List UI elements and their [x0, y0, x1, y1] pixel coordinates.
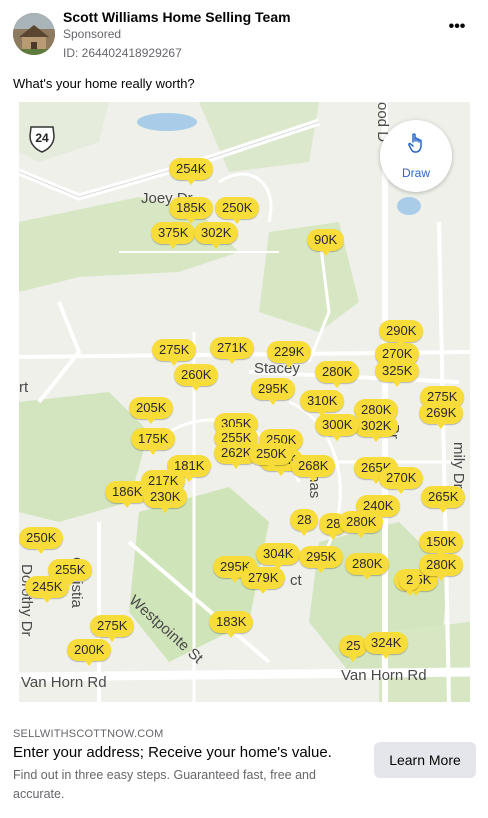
price-pin[interactable]: 280K	[315, 361, 360, 388]
price-pin[interactable]: 302K	[194, 222, 239, 249]
price-pin[interactable]: 280K	[345, 553, 390, 580]
price-pin[interactable]: 254K	[169, 158, 214, 185]
street-label-van-horn-right: Van Horn Rd	[341, 667, 427, 684]
price-pin[interactable]: 230K	[143, 486, 188, 513]
price-pin[interactable]: 295K	[299, 546, 344, 573]
price-pin[interactable]: 28	[290, 509, 319, 536]
price-pin[interactable]: 271K	[210, 337, 255, 364]
price-pin[interactable]: 324K	[364, 632, 409, 659]
price-pin[interactable]: 245K	[25, 576, 70, 603]
price-pin[interactable]: 25	[339, 635, 368, 662]
more-horizontal-icon[interactable]: •••	[446, 19, 468, 35]
price-pin[interactable]: 2	[399, 569, 421, 596]
learn-more-button[interactable]: Learn More	[374, 742, 476, 778]
link-domain[interactable]: SELLWITHSCOTTNOW.COM	[13, 728, 163, 740]
price-pin[interactable]: 175K	[131, 428, 176, 455]
link-headline[interactable]: Enter your address; Receive your home's …	[13, 744, 332, 761]
price-pin[interactable]: 280K	[339, 511, 384, 538]
price-pin[interactable]: 279K	[241, 567, 286, 594]
price-pin[interactable]: 300K	[315, 414, 360, 441]
price-pin[interactable]: 295K	[251, 378, 296, 405]
highway-number: 24	[35, 131, 49, 145]
street-label-rt: rt	[19, 379, 29, 396]
price-pin[interactable]: 280K	[419, 554, 464, 581]
page-avatar[interactable]	[13, 13, 55, 55]
price-pin[interactable]: 304K	[256, 543, 301, 570]
price-pin[interactable]: 325K	[375, 360, 420, 387]
map-image[interactable]: 24 Joey Dr Stacey rt Van Horn Rd Van Hor…	[19, 102, 470, 702]
price-pin[interactable]: 250K	[19, 527, 64, 554]
hand-pointer-icon	[408, 133, 422, 153]
price-pin[interactable]: 275K	[152, 339, 197, 366]
page-name[interactable]: Scott Williams Home Selling Team	[63, 9, 291, 25]
price-pin[interactable]: 200K	[67, 639, 112, 666]
price-pin[interactable]: 265K	[421, 486, 466, 513]
street-label-ct: ct	[290, 572, 302, 589]
street-label-van-horn-left: Van Horn Rd	[21, 674, 107, 691]
price-pin[interactable]: 260K	[174, 364, 219, 391]
price-pin[interactable]: 205K	[129, 397, 174, 424]
link-description: Find out in three easy steps. Guaranteed…	[13, 768, 316, 801]
price-pin[interactable]: 375K	[151, 222, 196, 249]
street-label-dorothy: Dorothy Dr	[19, 564, 35, 637]
price-pin[interactable]: 250K	[249, 443, 294, 470]
price-pin[interactable]: 185K	[169, 197, 214, 224]
price-pin[interactable]: 290K	[379, 320, 424, 347]
price-pin[interactable]: 250K	[215, 197, 260, 224]
price-pin[interactable]: 275K	[90, 615, 135, 642]
price-pin[interactable]: 90K	[307, 229, 345, 256]
sponsored-label: Sponsored	[63, 27, 122, 41]
price-pin[interactable]: 229K	[267, 341, 312, 368]
street-label-emily: mily Dr	[450, 442, 467, 489]
price-pin[interactable]: 150K	[419, 531, 464, 558]
ad-header: Scott Williams Home Selling Team Sponsor…	[0, 0, 488, 68]
price-pin[interactable]: 302K	[354, 415, 399, 442]
draw-button[interactable]: Draw	[380, 120, 452, 192]
price-pin[interactable]: 183K	[209, 611, 254, 638]
price-pin[interactable]: 269K	[419, 402, 464, 429]
ad-footer[interactable]: SELLWITHSCOTTNOW.COM Enter your address;…	[0, 716, 488, 818]
price-pin[interactable]: 310K	[300, 390, 345, 417]
price-pin[interactable]: 268K	[291, 455, 336, 482]
ad-caption: What's your home really worth?	[13, 76, 195, 91]
ad-id: ID: 264402418929267	[63, 46, 182, 60]
draw-label: Draw	[401, 166, 430, 180]
price-pin[interactable]: 270K	[379, 467, 424, 494]
highway-24-shield-icon: 24	[27, 124, 57, 154]
